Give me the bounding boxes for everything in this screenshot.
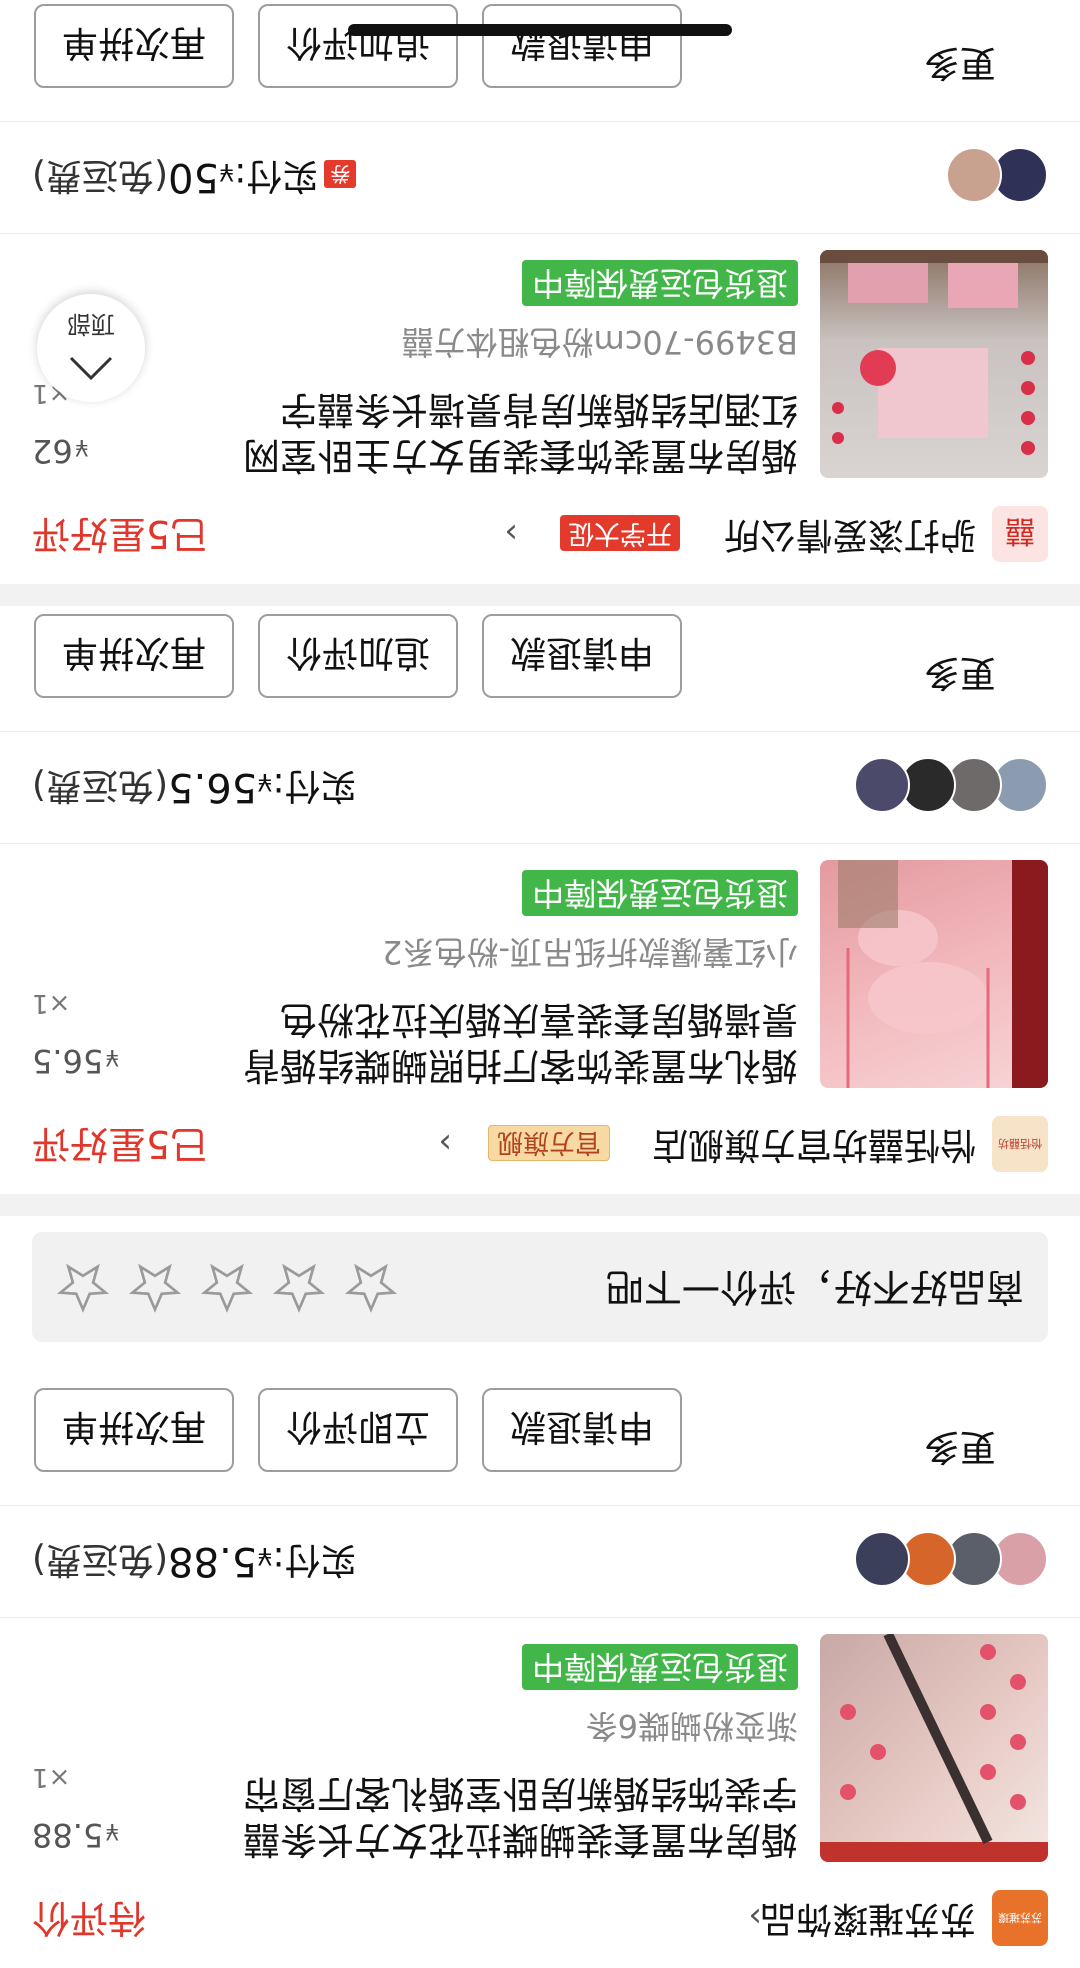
- shop-logo: 囍: [992, 506, 1048, 562]
- shop-name[interactable]: 驴打滚爱情公所: [724, 506, 976, 562]
- order-status: 已5星好评: [32, 1122, 209, 1166]
- order-status: 待评价: [32, 1896, 147, 1940]
- product-spec: 渐变粉蝴蝶6条: [585, 1707, 798, 1745]
- star-icon[interactable]: [200, 1260, 254, 1314]
- order-card: 怡恬囍坊 怡恬囍坊官方旗舰店 官方旗舰 › 已5星好评 婚礼布置装饰客厅拍照蝴蝶…: [0, 594, 1080, 1194]
- review-button[interactable]: 立即评价: [258, 1388, 458, 1472]
- shop-logo: 怡恬囍坊: [992, 1116, 1048, 1172]
- shop-badge: 开学大促: [559, 515, 680, 551]
- payment-row: 实付:¥56.5(免运费): [0, 732, 1080, 842]
- product-price: ¥5.88: [32, 1816, 120, 1854]
- review-button[interactable]: 追加评价: [258, 614, 458, 698]
- product-image[interactable]: [820, 1634, 1048, 1862]
- product-title[interactable]: 婚房布置装饰套装男女方主卧室网红酒店结婚新房背景墙长条囍字: [228, 386, 798, 478]
- refund-button[interactable]: 申请退款: [482, 4, 682, 88]
- product-qty: ×1: [32, 988, 71, 1018]
- order-card: 囍 驴打滚爱情公所 开学大促 › 已5星好评 婚房布置装饰套装男女方主卧室网红酒…: [0, 0, 1080, 584]
- avatar: [946, 147, 1002, 203]
- divider: [0, 731, 1080, 732]
- chevron-right-icon: ›: [748, 1897, 762, 1937]
- product-price: ¥56.5: [32, 1042, 120, 1080]
- rating-stars[interactable]: [56, 1260, 398, 1314]
- refund-button[interactable]: 申请退款: [482, 614, 682, 698]
- chevron-right-icon: ›: [438, 1123, 452, 1163]
- shop-name[interactable]: 怡恬囍坊官方旗舰店: [652, 1116, 976, 1172]
- group-avatars: [854, 757, 1048, 813]
- payment-row: 实付:¥5.88(免运费): [0, 1506, 1080, 1616]
- paid-amount: 实付:¥56.5(免运费): [32, 764, 357, 810]
- divider: [0, 1505, 1080, 1506]
- chevron-right-icon: ›: [504, 513, 518, 553]
- product-image[interactable]: [820, 860, 1048, 1088]
- divider: [0, 1617, 1080, 1618]
- chevron-up-icon: [69, 356, 113, 381]
- shop-row[interactable]: 怡恬囍坊 怡恬囍坊官方旗舰店 官方旗舰 › 已5星好评: [0, 1098, 1080, 1194]
- divider: [0, 121, 1080, 122]
- refund-button[interactable]: 申请退款: [482, 1388, 682, 1472]
- product-image[interactable]: [820, 250, 1048, 478]
- payment-row: 券实付:¥50(免运费): [0, 122, 1080, 232]
- product-image-art: [820, 250, 1048, 455]
- star-icon[interactable]: [272, 1260, 326, 1314]
- review-button[interactable]: 追加评价: [258, 4, 458, 88]
- product-price: ¥62: [32, 432, 89, 470]
- rating-prompt[interactable]: 商品好不好，评价一下吧: [32, 1232, 1048, 1342]
- shop-badge: 官方旗舰: [487, 1125, 610, 1161]
- more-button[interactable]: 更多: [924, 648, 996, 696]
- group-avatars: [942, 147, 1048, 203]
- back-to-top-label: 顶部: [67, 310, 115, 338]
- product-qty: ×1: [32, 1762, 71, 1792]
- avatar: [854, 757, 910, 813]
- star-icon[interactable]: [344, 1260, 398, 1314]
- action-row: 更多 申请退款 追加评价 再次拼单: [0, 614, 1080, 730]
- section-gap: [0, 1194, 1080, 1216]
- order-card: 苏苏璀璨 苏苏璀璨饰品 › 待评价 婚房布置套装蝴蝶拉花女方长条囍字装饰结婚新房…: [0, 1188, 1080, 1968]
- product-spec: B3499-70cm粉色粗体方囍: [401, 323, 798, 361]
- action-row: 更多 申请退款 立即评价 再次拼单: [0, 1388, 1080, 1504]
- order-status: 已5星好评: [32, 512, 209, 556]
- shop-logo: 苏苏璀璨: [992, 1890, 1048, 1946]
- orders-page: 苏苏璀璨 苏苏璀璨饰品 › 待评价 婚房布置套装蝴蝶拉花女方长条囍字装饰结婚新房…: [0, 0, 1080, 1968]
- coupon-icon: 券: [324, 160, 357, 188]
- divider: [0, 843, 1080, 844]
- product-image-art: [820, 1634, 1048, 1862]
- paid-amount: 实付:¥5.88(免运费): [32, 1538, 357, 1584]
- paid-amount: 券实付:¥50(免运费): [32, 147, 357, 202]
- rating-prompt-text: 商品好不好，评价一下吧: [605, 1265, 1024, 1309]
- star-icon[interactable]: [56, 1260, 110, 1314]
- shop-row[interactable]: 囍 驴打滚爱情公所 开学大促 › 已5星好评: [0, 488, 1080, 584]
- home-indicator[interactable]: [348, 24, 732, 36]
- star-icon[interactable]: [128, 1260, 182, 1314]
- guarantee-tag: 退货包运费保障中: [521, 1644, 798, 1690]
- rebuy-button[interactable]: 再次拼单: [34, 614, 234, 698]
- group-avatars: [854, 1531, 1048, 1587]
- back-to-top-button[interactable]: 顶部: [37, 294, 145, 402]
- product-title[interactable]: 婚房布置套装蝴蝶拉花女方长条囍字装饰结婚新房卧室婚礼客厅窗帘: [228, 1770, 798, 1862]
- divider: [0, 233, 1080, 234]
- rebuy-button[interactable]: 再次拼单: [34, 1388, 234, 1472]
- shop-row[interactable]: 苏苏璀璨 苏苏璀璨饰品 › 待评价: [0, 1872, 1080, 1968]
- guarantee-tag: 退货包运费保障中: [521, 260, 798, 306]
- product-title[interactable]: 婚礼布置装饰客厅拍照蝴蝶结婚背景墙婚房套装喜庆婚庆拉花粉色: [228, 996, 798, 1088]
- rebuy-button[interactable]: 再次拼单: [34, 4, 234, 88]
- avatar: [854, 1531, 910, 1587]
- guarantee-tag: 退货包运费保障中: [521, 870, 798, 916]
- product-spec: 小红薯爆款折纸吊顶-粉色系2: [382, 933, 798, 971]
- action-row: 更多 申请退款 追加评价 再次拼单: [0, 4, 1080, 120]
- product-image-art: [838, 860, 1048, 1088]
- more-button[interactable]: 更多: [924, 38, 996, 86]
- section-gap: [0, 584, 1080, 606]
- shop-name[interactable]: 苏苏璀璨饰品: [760, 1890, 976, 1946]
- more-button[interactable]: 更多: [924, 1422, 996, 1470]
